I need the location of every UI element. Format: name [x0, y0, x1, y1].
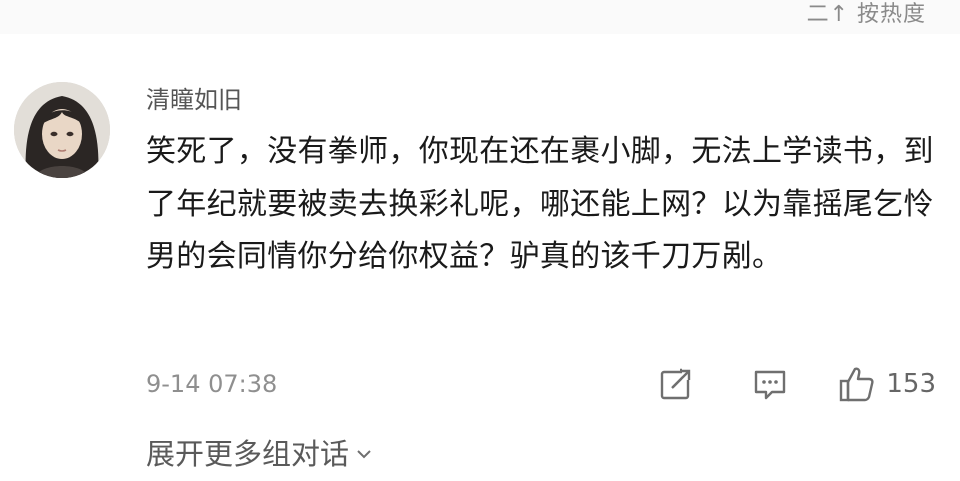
comment-username[interactable]: 清瞳如旧: [146, 82, 242, 118]
comment-icon: [755, 370, 786, 400]
like-button[interactable]: 153: [838, 365, 936, 403]
comment-text: 笑死了，没有拳师，你现在还在裹小脚，无法上学读书，到了年纪就要被卖去换彩礼呢，哪…: [146, 134, 934, 274]
expand-label: 展开更多组对话: [146, 437, 350, 471]
sort-by-hot-button[interactable]: 二↑ 按热度: [807, 0, 926, 30]
avatar[interactable]: [14, 82, 110, 178]
thumbs-up-icon: [840, 367, 874, 402]
comment-actions: 153: [658, 362, 936, 406]
chevron-down-icon: [357, 450, 371, 459]
reply-button[interactable]: [752, 366, 788, 402]
comment-timestamp: 9-14 07:38: [146, 370, 278, 398]
avatar-image: [14, 82, 110, 178]
like-count: 153: [886, 369, 936, 399]
expand-more-conversations[interactable]: 展开更多组对话: [146, 432, 373, 476]
share-button[interactable]: [658, 366, 695, 402]
top-bar: 二↑ 按热度: [0, 0, 960, 34]
share-icon: [661, 366, 695, 400]
